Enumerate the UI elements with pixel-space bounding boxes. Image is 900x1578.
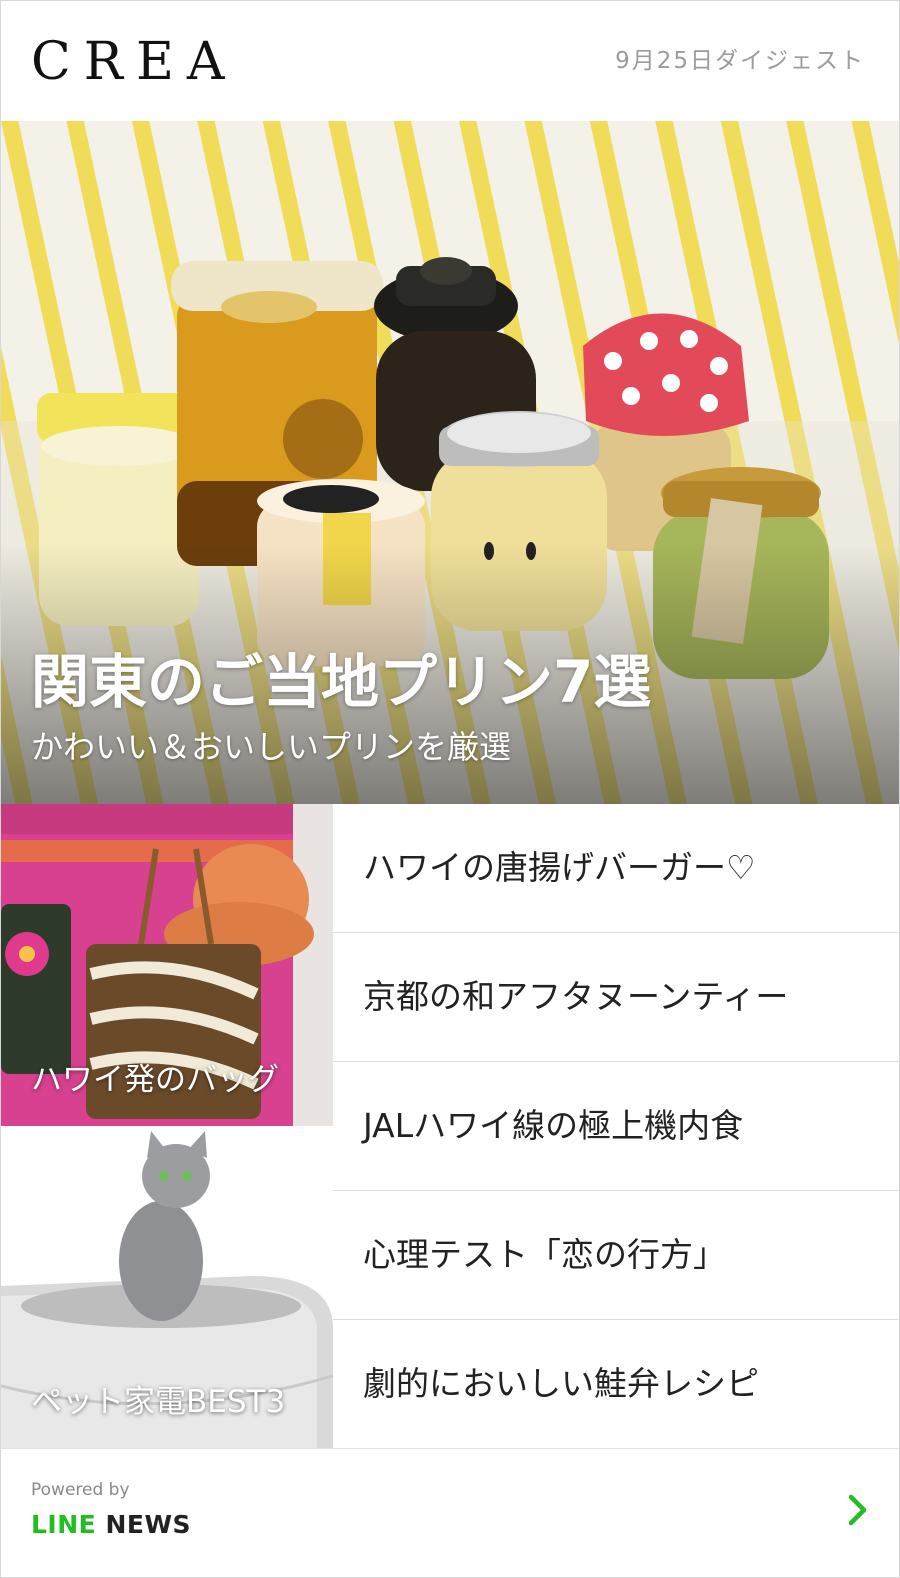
powered-by-text: Powered by: [31, 1480, 130, 1500]
digest-date: 9月25日ダイジェスト: [615, 48, 865, 74]
line-wordmark: LINE: [31, 1510, 97, 1539]
list-item-title: ハワイの唐揚げバーガー♡: [363, 848, 756, 887]
list-item-title: JALハワイ線の極上機内食: [363, 1106, 744, 1145]
list-item-title: 心理テスト「恋の行方」: [363, 1235, 726, 1274]
tile-label: ペット家電BEST3: [31, 1384, 286, 1420]
chevron-right-icon[interactable]: [847, 1493, 869, 1527]
list-item[interactable]: ハワイの唐揚げバーガー♡: [333, 804, 899, 933]
list-item[interactable]: 劇的においしい鮭弁レシピ: [333, 1320, 899, 1448]
digest-card: CREA 9月25日ダイジェスト 関東のご当地プリン7選 かわいい＆おいしいプリ…: [0, 0, 900, 1578]
line-news-logo: LINE NEWS: [31, 1509, 191, 1541]
list-item[interactable]: 京都の和アフタヌーンティー: [333, 933, 899, 1062]
line-news-footer[interactable]: Powered by LINE NEWS: [1, 1448, 899, 1577]
tile-hawaii-bag[interactable]: ハワイ発のバッグ: [1, 804, 333, 1126]
list-item[interactable]: 心理テスト「恋の行方」: [333, 1191, 899, 1320]
hero-title[interactable]: 関東のご当地プリン7選: [31, 647, 651, 717]
article-list: ハワイの唐揚げバーガー♡ 京都の和アフタヌーンティー JALハワイ線の極上機内食…: [333, 804, 899, 1448]
news-wordmark: NEWS: [105, 1510, 192, 1539]
header: CREA 9月25日ダイジェスト: [1, 1, 899, 121]
list-item[interactable]: JALハワイ線の極上機内食: [333, 1062, 899, 1191]
tile-label: ハワイ発のバッグ: [31, 1062, 279, 1098]
hero-subtitle: かわいい＆おいしいプリンを厳選: [31, 728, 512, 766]
crea-logo[interactable]: CREA: [31, 31, 237, 93]
list-item-title: 京都の和アフタヌーンティー: [363, 977, 789, 1016]
tile-pet-appliance[interactable]: ペット家電BEST3: [1, 1126, 333, 1448]
hero-article[interactable]: 関東のご当地プリン7選 かわいい＆おいしいプリンを厳選: [1, 121, 899, 804]
list-item-title: 劇的においしい鮭弁レシピ: [363, 1364, 759, 1403]
